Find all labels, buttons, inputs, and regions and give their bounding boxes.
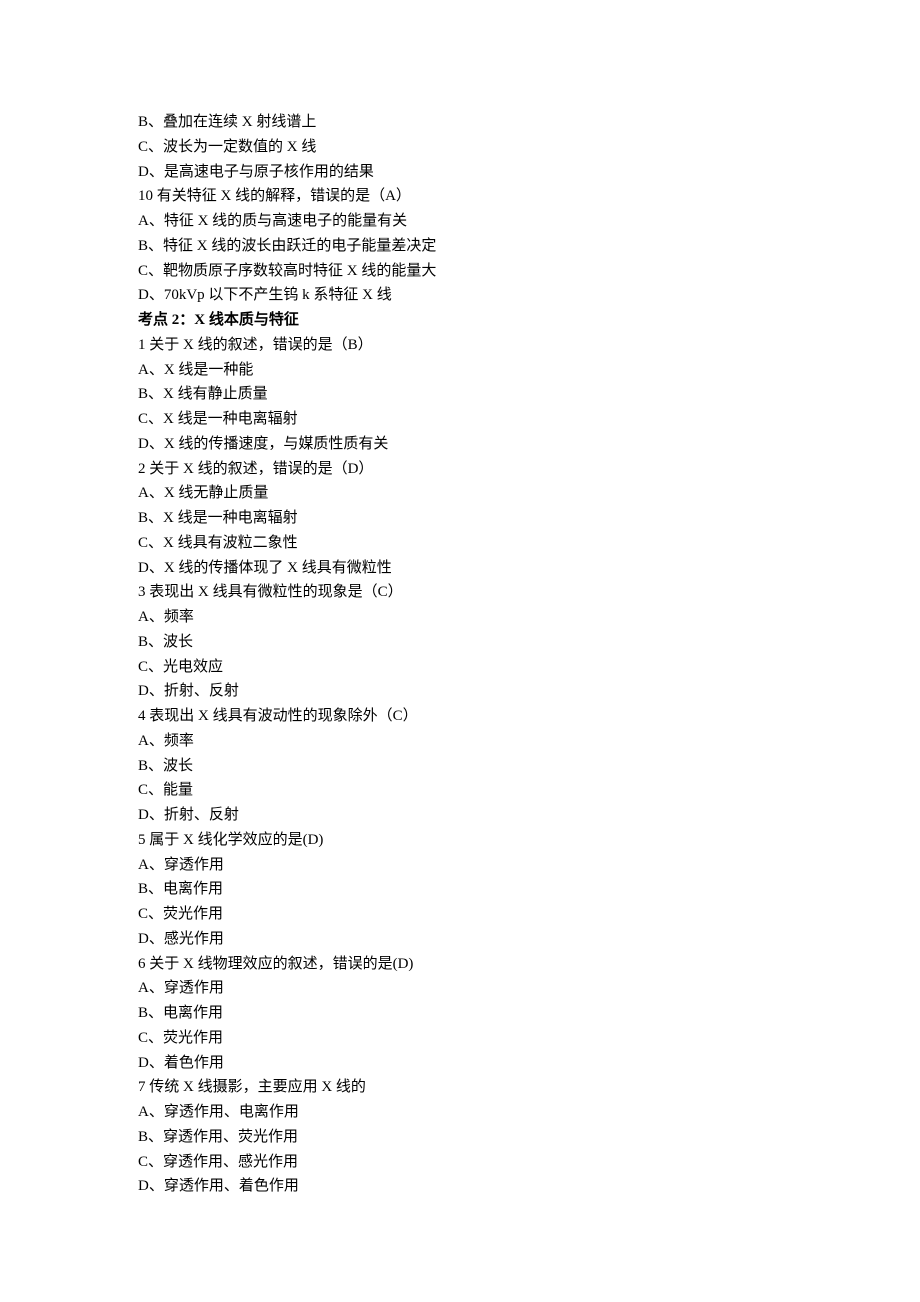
text-line: B、电离作用 xyxy=(138,1001,790,1026)
text-line: C、波长为一定数值的 X 线 xyxy=(138,135,790,160)
text-line: B、波长 xyxy=(138,630,790,655)
text-line: 1 关于 X 线的叙述，错误的是（B） xyxy=(138,333,790,358)
text-line: D、着色作用 xyxy=(138,1051,790,1076)
text-line: B、X 线有静止质量 xyxy=(138,382,790,407)
text-line: 3 表现出 X 线具有微粒性的现象是（C） xyxy=(138,580,790,605)
text-line: B、穿透作用、荧光作用 xyxy=(138,1125,790,1150)
text-line: D、70kVp 以下不产生钨 k 系特征 X 线 xyxy=(138,283,790,308)
text-line: C、荧光作用 xyxy=(138,902,790,927)
text-line: 5 属于 X 线化学效应的是(D) xyxy=(138,828,790,853)
text-line: A、X 线无静止质量 xyxy=(138,481,790,506)
text-line: A、特征 X 线的质与高速电子的能量有关 xyxy=(138,209,790,234)
text-line: B、电离作用 xyxy=(138,877,790,902)
text-line: A、X 线是一种能 xyxy=(138,358,790,383)
text-line: A、频率 xyxy=(138,729,790,754)
text-line: C、光电效应 xyxy=(138,655,790,680)
text-line: C、荧光作用 xyxy=(138,1026,790,1051)
text-line: 4 表现出 X 线具有波动性的现象除外（C） xyxy=(138,704,790,729)
text-line: B、波长 xyxy=(138,754,790,779)
text-line: C、X 线是一种电离辐射 xyxy=(138,407,790,432)
text-line: D、是高速电子与原子核作用的结果 xyxy=(138,160,790,185)
text-line: C、能量 xyxy=(138,778,790,803)
text-line: 6 关于 X 线物理效应的叙述，错误的是(D) xyxy=(138,952,790,977)
document-page: B、叠加在连续 X 射线谱上C、波长为一定数值的 X 线D、是高速电子与原子核作… xyxy=(0,0,920,1302)
text-line: D、折射、反射 xyxy=(138,803,790,828)
text-content: B、叠加在连续 X 射线谱上C、波长为一定数值的 X 线D、是高速电子与原子核作… xyxy=(138,110,790,1199)
section-heading: 考点 2：X 线本质与特征 xyxy=(138,308,790,333)
text-line: 10 有关特征 X 线的解释，错误的是（A） xyxy=(138,184,790,209)
text-line: D、感光作用 xyxy=(138,927,790,952)
text-line: A、穿透作用 xyxy=(138,976,790,1001)
text-line: B、特征 X 线的波长由跃迁的电子能量差决定 xyxy=(138,234,790,259)
text-line: D、折射、反射 xyxy=(138,679,790,704)
text-line: C、X 线具有波粒二象性 xyxy=(138,531,790,556)
text-line: D、X 线的传播体现了 X 线具有微粒性 xyxy=(138,556,790,581)
text-line: A、穿透作用、电离作用 xyxy=(138,1100,790,1125)
text-line: A、频率 xyxy=(138,605,790,630)
text-line: C、穿透作用、感光作用 xyxy=(138,1150,790,1175)
text-line: D、穿透作用、着色作用 xyxy=(138,1174,790,1199)
text-line: 2 关于 X 线的叙述，错误的是（D） xyxy=(138,457,790,482)
text-line: B、叠加在连续 X 射线谱上 xyxy=(138,110,790,135)
text-line: 7 传统 X 线摄影，主要应用 X 线的 xyxy=(138,1075,790,1100)
text-line: B、X 线是一种电离辐射 xyxy=(138,506,790,531)
text-line: A、穿透作用 xyxy=(138,853,790,878)
text-line: D、X 线的传播速度，与媒质性质有关 xyxy=(138,432,790,457)
text-line: C、靶物质原子序数较高时特征 X 线的能量大 xyxy=(138,259,790,284)
